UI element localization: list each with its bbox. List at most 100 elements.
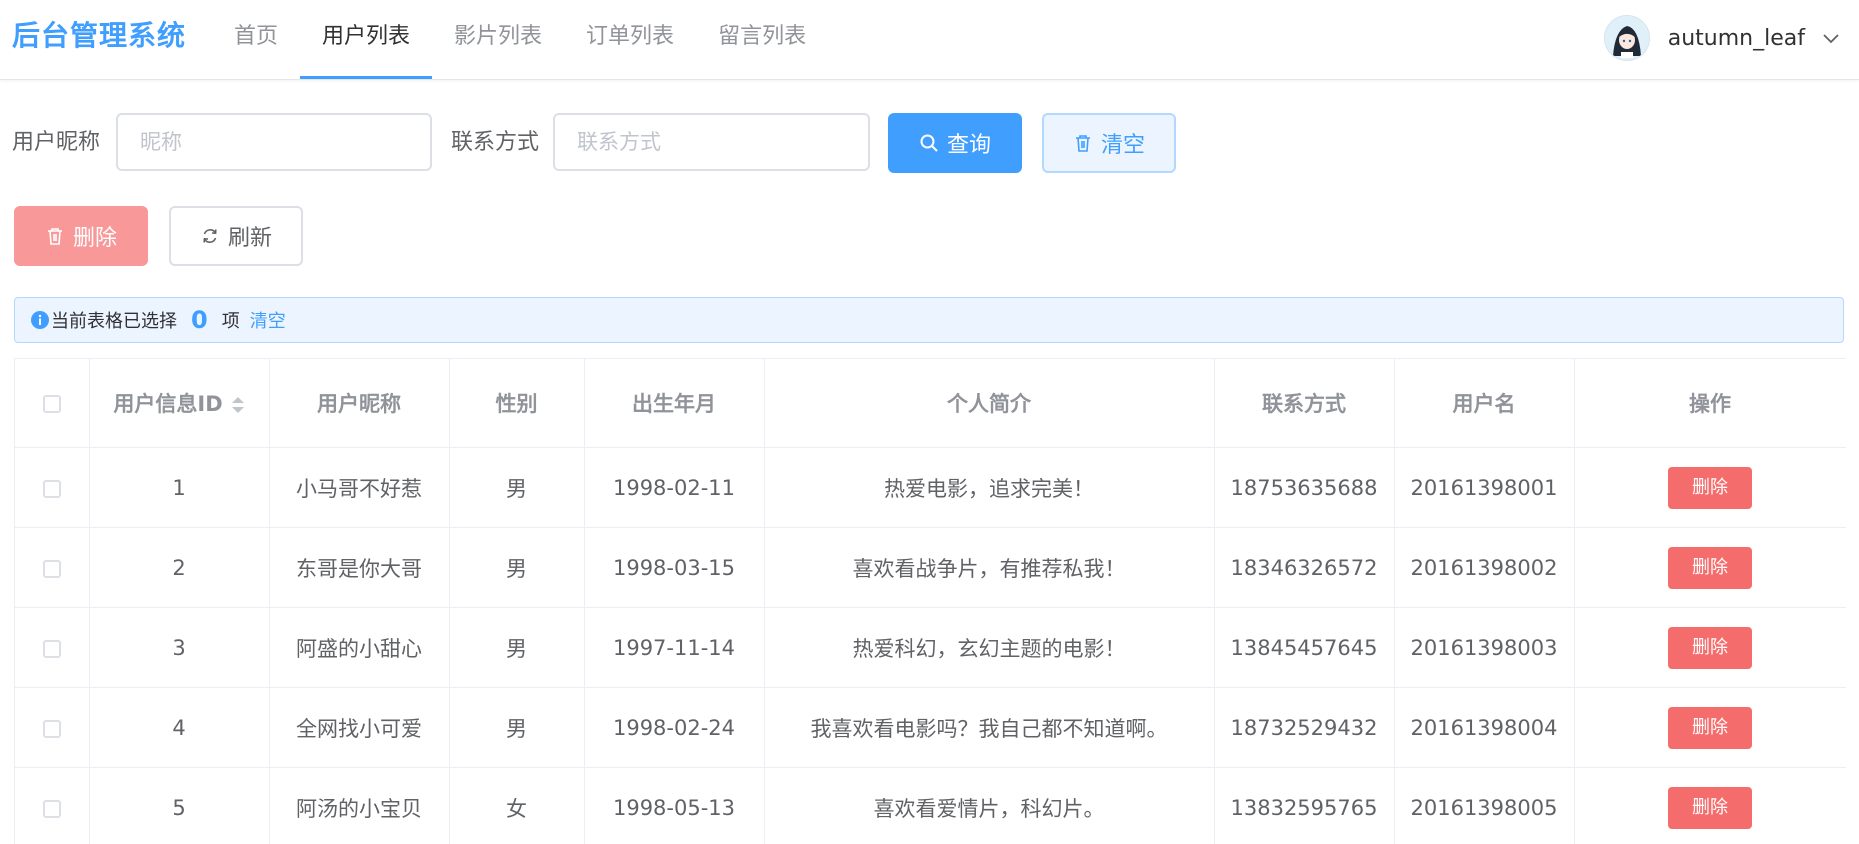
refresh-label: 刷新 — [228, 220, 272, 252]
brand-title: 后台管理系统 — [12, 18, 186, 54]
clear-selection-link[interactable]: 清空 — [250, 307, 286, 333]
cell-username: 20161398003 — [1394, 608, 1574, 688]
info-icon — [31, 311, 49, 329]
row-checkbox[interactable] — [43, 720, 61, 738]
cell-nickname: 阿汤的小宝贝 — [269, 768, 449, 844]
cell-id: 2 — [89, 528, 269, 608]
nickname-input[interactable] — [116, 113, 432, 171]
row-delete-button[interactable]: 删除 — [1668, 467, 1752, 509]
column-header-username: 用户名 — [1394, 359, 1574, 448]
selection-alert: 当前表格已选择 0 项 清空 — [14, 297, 1844, 343]
avatar[interactable] — [1604, 15, 1650, 61]
cell-nickname: 阿盛的小甜心 — [269, 608, 449, 688]
user-menu[interactable]: autumn_leaf — [1604, 14, 1841, 62]
select-all-cell — [15, 359, 89, 448]
cell-username: 20161398004 — [1394, 688, 1574, 768]
cell-nickname: 小马哥不好惹 — [269, 448, 449, 528]
chevron-down-icon[interactable] — [1821, 28, 1841, 48]
cell-bio: 热爱电影，追求完美！ — [764, 448, 1214, 528]
contact-input[interactable] — [553, 113, 870, 171]
column-header-contact: 联系方式 — [1214, 359, 1394, 448]
row-checkbox[interactable] — [43, 480, 61, 498]
cell-id: 1 — [89, 448, 269, 528]
row-checkbox[interactable] — [43, 560, 61, 578]
cell-bio: 我喜欢看电影吗？我自己都不知道啊。 — [764, 688, 1214, 768]
cell-username: 20161398005 — [1394, 768, 1574, 844]
search-icon — [919, 133, 939, 153]
nav-item-home[interactable]: 首页 — [212, 0, 300, 79]
selection-suffix: 项 — [222, 307, 240, 333]
top-header: 后台管理系统 首页 用户列表 影片列表 订单列表 留言列表 autumn_lea… — [0, 0, 1859, 80]
nav-item-movies[interactable]: 影片列表 — [432, 0, 564, 79]
nickname-label: 用户昵称 — [12, 113, 100, 173]
query-button[interactable]: 查询 — [888, 113, 1022, 173]
cell-bio: 热爱科幻，玄幻主题的电影！ — [764, 608, 1214, 688]
avatar-image — [1605, 16, 1649, 60]
column-header-label: 用户信息ID — [113, 392, 222, 416]
select-all-checkbox[interactable] — [43, 395, 61, 413]
cell-id: 5 — [89, 768, 269, 844]
table-row: 4 全网找小可爱 男 1998-02-24 我喜欢看电影吗？我自己都不知道啊。 … — [15, 688, 1846, 768]
cell-contact: 18753635688 — [1214, 448, 1394, 528]
cell-contact: 18732529432 — [1214, 688, 1394, 768]
row-delete-button[interactable]: 删除 — [1668, 787, 1752, 829]
clear-search-button[interactable]: 清空 — [1042, 113, 1176, 173]
user-table: 用户信息ID 用户昵称 性别 出生年月 个人简介 联系方式 用户名 操作 1 小… — [14, 358, 1846, 844]
cell-id: 3 — [89, 608, 269, 688]
row-delete-button[interactable]: 删除 — [1668, 627, 1752, 669]
cell-username: 20161398002 — [1394, 528, 1574, 608]
cell-birth: 1998-02-24 — [584, 688, 764, 768]
trash-icon — [1073, 133, 1093, 153]
search-form: 用户昵称 联系方式 查询 清空 — [12, 113, 1212, 173]
table-row: 2 东哥是你大哥 男 1998-03-15 喜欢看战争片，有推荐私我！ 1834… — [15, 528, 1846, 608]
row-checkbox[interactable] — [43, 800, 61, 818]
column-header-id[interactable]: 用户信息ID — [89, 359, 269, 448]
sort-caret-icon[interactable] — [231, 395, 245, 415]
table-row: 5 阿汤的小宝贝 女 1998-05-13 喜欢看爱情片，科幻片。 138325… — [15, 768, 1846, 844]
cell-birth: 1998-05-13 — [584, 768, 764, 844]
refresh-icon — [200, 226, 220, 246]
contact-label: 联系方式 — [451, 113, 539, 173]
row-delete-button[interactable]: 删除 — [1668, 547, 1752, 589]
column-header-nickname: 用户昵称 — [269, 359, 449, 448]
column-header-bio: 个人简介 — [764, 359, 1214, 448]
selection-count: 0 — [191, 306, 208, 334]
cell-username: 20161398001 — [1394, 448, 1574, 528]
main-nav: 首页 用户列表 影片列表 订单列表 留言列表 — [212, 0, 828, 79]
cell-birth: 1997-11-14 — [584, 608, 764, 688]
cell-nickname: 东哥是你大哥 — [269, 528, 449, 608]
selection-prefix: 当前表格已选择 — [51, 307, 177, 333]
cell-bio: 喜欢看爱情片，科幻片。 — [764, 768, 1214, 844]
cell-contact: 13832595765 — [1214, 768, 1394, 844]
trash-icon — [45, 226, 65, 246]
table-row: 3 阿盛的小甜心 男 1997-11-14 热爱科幻，玄幻主题的电影！ 1384… — [15, 608, 1846, 688]
cell-gender: 男 — [449, 688, 584, 768]
table-row: 1 小马哥不好惹 男 1998-02-11 热爱电影，追求完美！ 1875363… — [15, 448, 1846, 528]
username[interactable]: autumn_leaf — [1668, 26, 1805, 51]
nav-item-messages[interactable]: 留言列表 — [696, 0, 828, 79]
table-header-row: 用户信息ID 用户昵称 性别 出生年月 个人简介 联系方式 用户名 操作 — [15, 359, 1846, 448]
refresh-button[interactable]: 刷新 — [169, 206, 303, 266]
cell-contact: 18346326572 — [1214, 528, 1394, 608]
row-checkbox[interactable] — [43, 640, 61, 658]
column-header-gender: 性别 — [449, 359, 584, 448]
batch-delete-label: 删除 — [73, 220, 117, 252]
column-header-actions: 操作 — [1574, 359, 1846, 448]
cell-id: 4 — [89, 688, 269, 768]
cell-gender: 男 — [449, 608, 584, 688]
cell-birth: 1998-03-15 — [584, 528, 764, 608]
cell-gender: 男 — [449, 448, 584, 528]
cell-contact: 13845457645 — [1214, 608, 1394, 688]
column-header-birth: 出生年月 — [584, 359, 764, 448]
cell-gender: 女 — [449, 768, 584, 844]
batch-delete-button[interactable]: 删除 — [14, 206, 148, 266]
cell-nickname: 全网找小可爱 — [269, 688, 449, 768]
row-delete-button[interactable]: 删除 — [1668, 707, 1752, 749]
cell-gender: 男 — [449, 528, 584, 608]
nav-item-orders[interactable]: 订单列表 — [564, 0, 696, 79]
cell-bio: 喜欢看战争片，有推荐私我！ — [764, 528, 1214, 608]
cell-birth: 1998-02-11 — [584, 448, 764, 528]
clear-search-label: 清空 — [1101, 127, 1145, 159]
query-button-label: 查询 — [947, 127, 991, 159]
nav-item-users[interactable]: 用户列表 — [300, 0, 432, 79]
